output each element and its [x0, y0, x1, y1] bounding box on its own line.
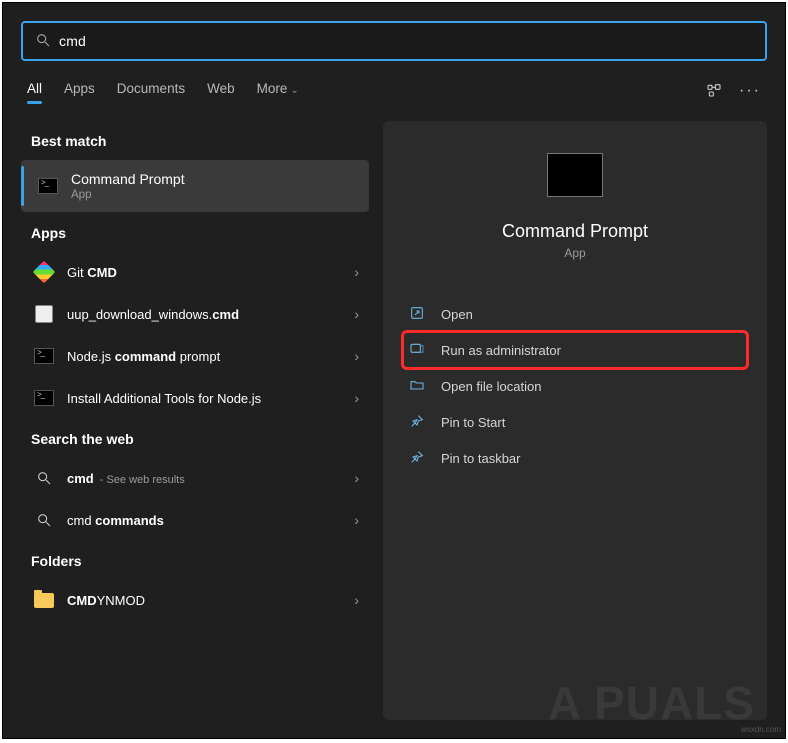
command-prompt-icon — [35, 178, 61, 194]
chevron-right-icon: › — [354, 512, 359, 528]
chevron-right-icon: › — [354, 390, 359, 406]
result-subtitle: App — [71, 188, 185, 202]
section-best-match: Best match — [21, 121, 369, 159]
chevron-right-icon: › — [354, 306, 359, 322]
search-icon — [31, 470, 57, 486]
preview-pane: Command Prompt App Open Run as administr… — [383, 121, 767, 720]
shield-icon — [407, 341, 427, 360]
command-prompt-icon — [31, 390, 57, 406]
result-best-match[interactable]: Command Prompt App — [21, 160, 369, 212]
search-icon — [35, 32, 51, 51]
tab-web[interactable]: Web — [207, 81, 235, 102]
results-list: Best match Command Prompt App Apps Git C… — [21, 121, 369, 720]
search-input[interactable]: cmd — [21, 21, 767, 61]
result-app[interactable]: Install Additional Tools for Node.js › — [21, 378, 369, 418]
result-app[interactable]: Node.js command prompt › — [21, 336, 369, 376]
action-open-file-location[interactable]: Open file location — [403, 368, 747, 404]
folder-icon — [31, 593, 57, 608]
chevron-right-icon: › — [354, 264, 359, 280]
section-web: Search the web — [21, 419, 369, 457]
pin-icon — [407, 413, 427, 432]
preview-title: Command Prompt — [502, 221, 648, 242]
chevron-right-icon: › — [354, 470, 359, 486]
chevron-right-icon: › — [354, 592, 359, 608]
chevron-right-icon: › — [354, 348, 359, 364]
chevron-down-icon: ⌄ — [290, 85, 298, 96]
action-run-as-administrator[interactable]: Run as administrator — [403, 332, 747, 368]
section-apps: Apps — [21, 213, 369, 251]
git-icon — [31, 264, 57, 280]
result-title: Command Prompt — [71, 171, 185, 188]
more-options-icon[interactable]: ··· — [739, 82, 761, 100]
tab-apps[interactable]: Apps — [64, 81, 95, 102]
tab-all[interactable]: All — [27, 81, 42, 102]
action-open[interactable]: Open — [403, 296, 747, 332]
command-prompt-icon — [31, 348, 57, 364]
tab-documents[interactable]: Documents — [117, 81, 185, 102]
quick-access-icon[interactable] — [703, 82, 725, 101]
search-query-text: cmd — [59, 33, 86, 49]
tab-more[interactable]: More⌄ — [257, 81, 299, 102]
search-icon — [31, 512, 57, 528]
app-thumbnail — [547, 153, 603, 197]
open-icon — [407, 305, 427, 324]
result-web[interactable]: cmd commands › — [21, 500, 369, 540]
preview-subtitle: App — [564, 246, 585, 260]
source-tag: wsxdn.com — [741, 725, 781, 734]
action-pin-to-taskbar[interactable]: Pin to taskbar — [403, 440, 747, 476]
file-icon — [31, 305, 57, 323]
start-search-window: cmd All Apps Documents Web More⌄ ··· Bes… — [2, 2, 786, 739]
result-app[interactable]: uup_download_windows.cmd › — [21, 294, 369, 334]
pin-icon — [407, 449, 427, 468]
result-app[interactable]: Git CMD › — [21, 252, 369, 292]
result-folder[interactable]: CMDYNMOD › — [21, 580, 369, 620]
filter-tabs: All Apps Documents Web More⌄ ··· — [21, 77, 767, 105]
folder-icon — [407, 377, 427, 396]
section-folders: Folders — [21, 541, 369, 579]
result-web[interactable]: cmd- See web results › — [21, 458, 369, 498]
action-pin-to-start[interactable]: Pin to Start — [403, 404, 747, 440]
